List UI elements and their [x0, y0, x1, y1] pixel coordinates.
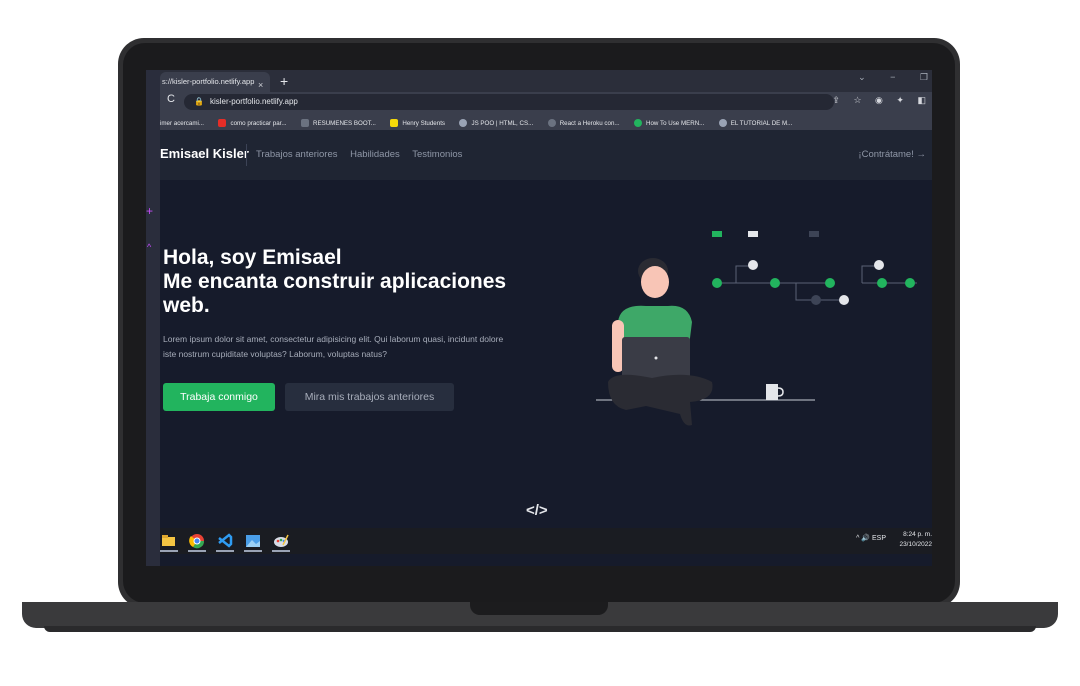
bookmark-star-icon[interactable]: ☆	[853, 95, 861, 105]
new-tab-button[interactable]: +	[280, 71, 288, 91]
illus-node	[905, 278, 915, 288]
plus-decoration-icon: +	[146, 204, 154, 218]
bookmark-item[interactable]: React a Heroku con...	[547, 115, 620, 130]
hero-greeting: Hola, soy Emisael	[163, 246, 342, 269]
illus-white-block	[748, 231, 758, 237]
vscode-icon[interactable]	[216, 532, 234, 552]
bookmark-item[interactable]: How To Use MERN...	[634, 115, 704, 130]
dot-decoration-icon: ^	[147, 242, 152, 252]
hero-title: Hola, soy Emisael Me encanta construir a…	[163, 246, 543, 318]
site-icon	[547, 119, 556, 128]
laptop-screen: + ^ s://kisler-portfolio.netlify.app × +…	[146, 70, 932, 566]
illus-node	[770, 278, 780, 288]
code-icon: </>	[526, 502, 548, 519]
bookmark-item[interactable]: como practicar par...	[218, 115, 287, 130]
hero-description: Lorem ipsum dolor sit amet, consectetur …	[163, 334, 504, 359]
bookmark-item[interactable]: Henry Students	[390, 115, 445, 130]
browser-toolbar: C 🔒 kisler-portfolio.netlify.app ⇪ ☆ ◉ ✦ …	[160, 92, 932, 112]
windows-taskbar: ^ 🔊 ESP 8:24 p. m. 23/10/2022	[160, 528, 932, 554]
reload-icon[interactable]: C	[167, 93, 175, 105]
bookmark-item[interactable]: JS POO | HTML, CS...	[459, 115, 533, 130]
side-panel-icon[interactable]: ◧	[917, 95, 926, 105]
share-icon[interactable]: ⇪	[832, 95, 840, 105]
clock-time: 8:24 p. m.	[903, 531, 932, 538]
photos-icon[interactable]	[244, 532, 262, 552]
illus-face	[641, 266, 669, 298]
site-navbar: Emisael Kisler Trabajos anteriores Habil…	[160, 130, 932, 180]
illus-node	[877, 278, 887, 288]
laptop-notch	[470, 602, 608, 615]
globe-icon	[459, 119, 468, 128]
illus-node	[748, 260, 758, 270]
illus-green-block	[712, 231, 722, 237]
mongodb-icon	[634, 119, 642, 128]
work-with-me-button[interactable]: Trabaja conmigo	[163, 383, 275, 411]
globe-icon	[718, 119, 727, 128]
bookmark-item[interactable]: imer acercami...	[160, 115, 204, 130]
illus-node	[811, 295, 821, 305]
hire-me-link[interactable]: ¡Contrátame! →	[858, 149, 926, 160]
browser-tabbar: s://kisler-portfolio.netlify.app × + ⌄ −…	[160, 70, 932, 92]
chrome-icon[interactable]	[188, 532, 206, 552]
extension-avatar-icon[interactable]: ◉	[875, 95, 883, 105]
taskbar-clock[interactable]: 8:24 p. m. 23/10/2022	[899, 530, 932, 550]
nav-link-habilidades[interactable]: Habilidades	[350, 149, 400, 160]
close-tab-icon[interactable]: ×	[258, 75, 263, 92]
developer-illustration	[596, 231, 917, 426]
illus-legs	[608, 374, 713, 426]
toolbar-icons: ⇪ ☆ ◉ ✦ ◧	[821, 95, 926, 106]
site-brand[interactable]: Emisael Kisler	[160, 146, 249, 161]
bookmark-item[interactable]: RESUMENES BOOT...	[300, 115, 376, 130]
notion-icon	[300, 119, 309, 128]
tab-title: s://kisler-portfolio.netlify.app	[162, 77, 255, 86]
hero-tagline: Me encanta construir aplicaciones web.	[163, 270, 507, 317]
bookmarks-bar: imer acercami... como practicar par... R…	[160, 112, 932, 130]
nav-divider	[246, 144, 247, 166]
illus-node	[874, 260, 884, 270]
system-tray[interactable]: ^ 🔊 ESP	[856, 534, 886, 542]
view-previous-work-button[interactable]: Mira mis trabajos anteriores	[285, 383, 454, 411]
paint-icon[interactable]	[272, 532, 290, 552]
extensions-puzzle-icon[interactable]: ✦	[896, 95, 904, 105]
illus-mug	[766, 384, 778, 400]
henry-icon	[390, 119, 399, 128]
file-explorer-icon[interactable]	[160, 532, 178, 552]
lock-icon[interactable]: 🔒	[194, 97, 204, 106]
url-text: kisler-portfolio.netlify.app	[209, 97, 298, 106]
browser-tab[interactable]: s://kisler-portfolio.netlify.app ×	[160, 72, 270, 92]
bookmark-item[interactable]: EL TUTORIAL DE M...	[718, 115, 792, 130]
minimize-icon[interactable]: −	[890, 72, 895, 82]
restore-icon[interactable]: ❐	[920, 72, 928, 82]
address-bar[interactable]: 🔒 kisler-portfolio.netlify.app	[184, 94, 834, 110]
illus-node	[712, 278, 722, 288]
editor-strip	[146, 70, 160, 566]
nav-link-trabajos[interactable]: Trabajos anteriores	[256, 149, 338, 160]
youtube-icon	[218, 119, 227, 128]
tab-search-icon[interactable]: ⌄	[858, 72, 866, 82]
nav-link-testimonios[interactable]: Testimonios	[412, 149, 462, 160]
illus-node	[839, 295, 849, 305]
clock-date: 23/10/2022	[899, 541, 932, 548]
window-controls: ⌄ − ❐	[836, 72, 928, 83]
illus-gray-block	[809, 231, 819, 237]
laptop-base-shadow	[44, 626, 1036, 632]
nav-links: Trabajos anteriores Habilidades Testimon…	[256, 149, 472, 160]
illus-node	[825, 278, 835, 288]
